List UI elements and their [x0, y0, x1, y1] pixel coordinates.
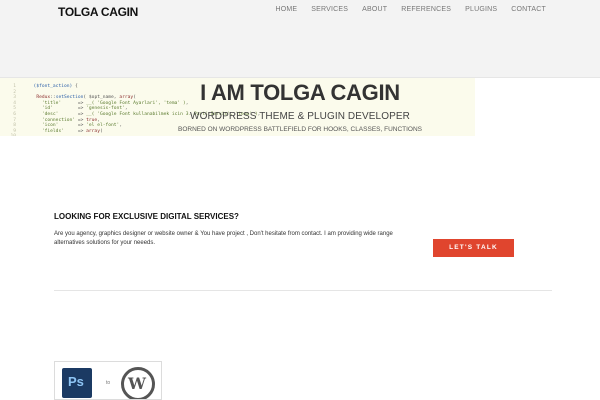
wordpress-icon: W	[121, 367, 155, 399]
hero-subtitle: WORDPRESS THEME & PLUGIN DEVELOPER	[190, 111, 410, 122]
hero-tagline: BORNED ON WORDPRESS BATTLEFIELD FOR HOOK…	[177, 126, 423, 133]
lets-talk-button[interactable]: LET'S TALK	[433, 239, 514, 257]
cta-heading: LOOKING FOR EXCLUSIVE DIGITAL SERVICES?	[54, 212, 239, 221]
hero-title: I AM TOLGA CAGIN	[200, 80, 400, 105]
nav-item-home[interactable]: HOME	[275, 6, 297, 13]
to-label: to	[106, 380, 111, 386]
portfolio-thumbnail[interactable]: Ps to W	[54, 361, 162, 400]
main-nav: HOME SERVICES ABOUT REFERENCES PLUGINS C…	[261, 6, 546, 13]
nav-item-services[interactable]: SERVICES	[311, 6, 348, 13]
photoshop-icon: Ps	[62, 368, 92, 398]
nav-item-contact[interactable]: CONTACT	[511, 6, 546, 13]
nav-item-plugins[interactable]: PLUGINS	[465, 6, 497, 13]
cta-description: Are you agency, graphics designer or web…	[54, 231, 393, 246]
top-header: TOLGA CAGIN HOME SERVICES ABOUT REFERENC…	[0, 0, 600, 78]
nav-item-about[interactable]: ABOUT	[362, 6, 387, 13]
site-logo[interactable]: TOLGA CAGIN	[58, 5, 138, 19]
hero-section: 12345678910 ($font_action) { Redux::setS…	[0, 78, 600, 136]
nav-item-references[interactable]: REFERENCES	[401, 6, 451, 13]
section-divider	[54, 290, 552, 291]
